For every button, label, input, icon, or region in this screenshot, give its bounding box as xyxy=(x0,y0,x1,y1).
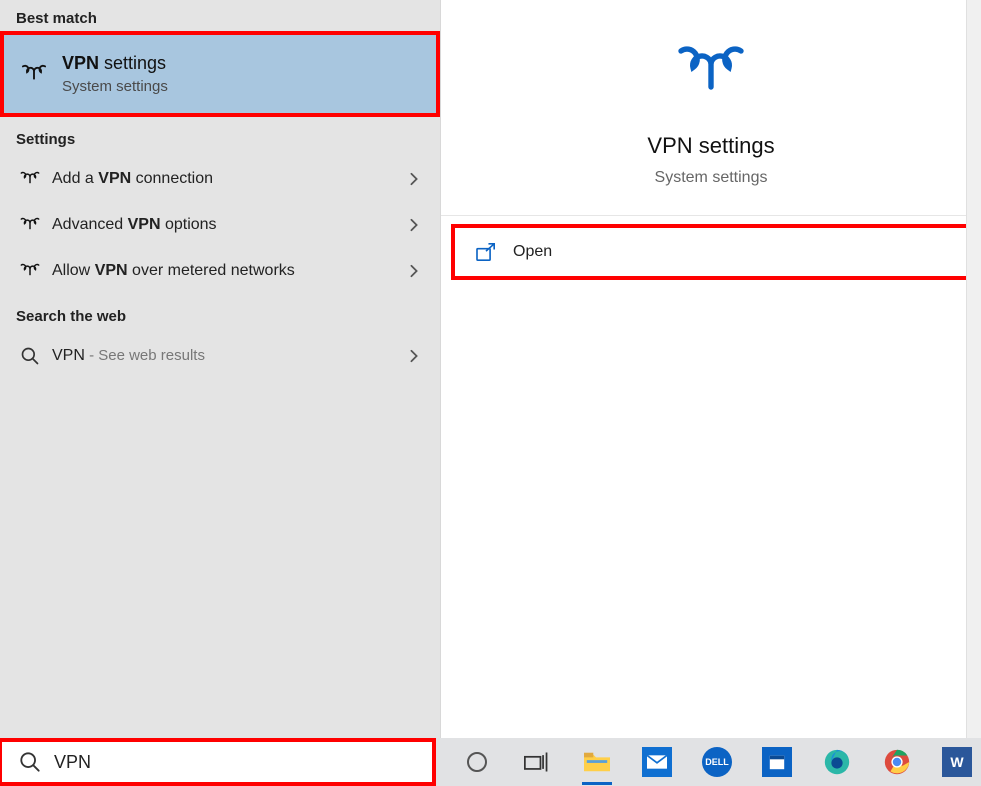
taskbar-search[interactable] xyxy=(2,742,432,782)
open-action-label: Open xyxy=(513,243,552,261)
open-in-app-icon xyxy=(473,243,499,261)
preview-header: VPN settings System settings xyxy=(441,0,981,216)
edge-icon[interactable] xyxy=(816,742,858,782)
settings-header: Settings xyxy=(0,113,440,156)
label-prefix: Add a xyxy=(52,170,98,187)
task-view-icon[interactable] xyxy=(516,742,558,782)
best-match-text: VPN settings System settings xyxy=(62,53,168,95)
title-rest: settings xyxy=(99,53,166,73)
chevron-right-icon xyxy=(404,349,424,363)
chevron-right-icon xyxy=(404,264,424,278)
search-icon xyxy=(16,346,44,366)
label-suffix: connection xyxy=(131,170,213,187)
calendar-icon[interactable] xyxy=(756,742,798,782)
vpn-icon xyxy=(16,62,52,86)
settings-item-allow-vpn-metered[interactable]: Allow VPN over metered networks xyxy=(0,248,440,294)
web-result-prefix: VPN xyxy=(52,347,85,364)
main-area: Best match VPN settings Syst xyxy=(0,0,981,738)
web-result-label: VPN - See web results xyxy=(52,347,404,365)
label-prefix: Allow xyxy=(52,262,95,279)
vpn-icon xyxy=(16,262,44,280)
web-result-item[interactable]: VPN - See web results xyxy=(0,333,440,379)
settings-item-label: Advanced VPN options xyxy=(52,216,404,234)
start-search-window: Best match VPN settings Syst xyxy=(0,0,981,786)
best-match-title: VPN settings xyxy=(62,53,168,74)
preview-title: VPN settings xyxy=(647,133,774,159)
chrome-icon[interactable] xyxy=(876,742,918,782)
settings-item-label: Add a VPN connection xyxy=(52,170,404,188)
vpn-icon xyxy=(16,216,44,234)
chevron-right-icon xyxy=(404,218,424,232)
search-icon xyxy=(18,751,42,773)
settings-item-advanced-vpn[interactable]: Advanced VPN options xyxy=(0,202,440,248)
taskbar: DELL xyxy=(0,738,981,786)
label-bold: VPN xyxy=(128,216,161,233)
taskbar-icons: DELL xyxy=(456,742,978,782)
search-input[interactable] xyxy=(54,752,422,773)
dell-icon[interactable]: DELL xyxy=(696,742,738,782)
label-bold: VPN xyxy=(95,262,128,279)
word-icon[interactable]: W xyxy=(936,742,978,782)
label-suffix: options xyxy=(161,216,217,233)
open-action[interactable]: Open xyxy=(455,228,967,276)
label-prefix: Advanced xyxy=(52,216,128,233)
preview-subtitle: System settings xyxy=(655,169,768,187)
best-match-subtitle: System settings xyxy=(62,78,168,95)
web-result-sub: - See web results xyxy=(85,347,205,364)
vpn-icon xyxy=(16,170,44,188)
best-match-header: Best match xyxy=(0,0,440,35)
search-web-header: Search the web xyxy=(0,294,440,333)
settings-item-label: Allow VPN over metered networks xyxy=(52,262,404,280)
label-bold: VPN xyxy=(98,170,131,187)
title-bold: VPN xyxy=(62,53,99,73)
label-suffix: over metered networks xyxy=(128,262,295,279)
preview-pane: VPN settings System settings Open xyxy=(440,0,981,738)
scrollbar[interactable] xyxy=(966,0,981,738)
cortana-circle-icon[interactable] xyxy=(456,742,498,782)
results-pane: Best match VPN settings Syst xyxy=(0,0,440,738)
vpn-icon xyxy=(675,44,747,105)
file-explorer-icon[interactable] xyxy=(576,742,618,782)
settings-item-add-vpn[interactable]: Add a VPN connection xyxy=(0,156,440,202)
mail-icon[interactable] xyxy=(636,742,678,782)
best-match-result[interactable]: VPN settings System settings xyxy=(4,35,436,113)
chevron-right-icon xyxy=(404,172,424,186)
